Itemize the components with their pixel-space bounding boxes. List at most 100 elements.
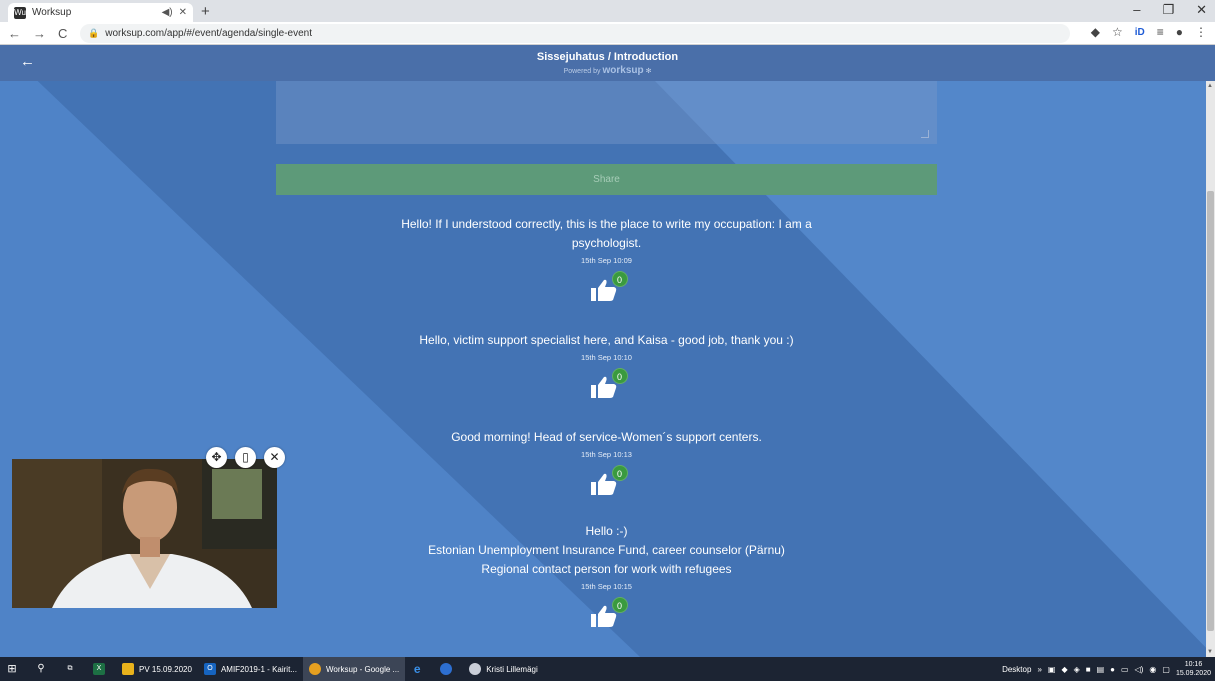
taskbar-item-chrome[interactable]: Worksup - Google ... bbox=[302, 657, 406, 681]
video-call-window[interactable] bbox=[12, 459, 277, 608]
new-tab-icon[interactable]: + bbox=[201, 3, 210, 20]
tray-app-icon[interactable]: ▣ bbox=[1048, 665, 1056, 674]
window-controls: – ❐ ✕ bbox=[1133, 2, 1207, 18]
tray-app-icon[interactable]: ● bbox=[1110, 665, 1115, 674]
windows-taskbar: ⊞ ⚲ ⧉ X PV 15.09.2020 O AMIF2019-1 - Kai… bbox=[0, 657, 1215, 681]
page-scrollbar[interactable]: ▲ ▼ bbox=[1206, 81, 1215, 657]
tab-title: Worksup bbox=[32, 7, 72, 18]
post-timestamp: 15th Sep 10:13 bbox=[581, 450, 632, 459]
powered-by: Powered by worksup ✻ bbox=[0, 65, 1215, 76]
outlook-icon: O bbox=[203, 663, 216, 675]
tray-app-icon[interactable]: ■ bbox=[1086, 665, 1091, 674]
globe-icon bbox=[440, 663, 453, 675]
tab-close-icon[interactable]: ✕ bbox=[179, 7, 187, 18]
taskbar-item-label: Kristi Lillemägi bbox=[486, 664, 538, 674]
browser-toolbar: ← → C 🔒 worksup.com/app/#/event/agenda/s… bbox=[0, 22, 1215, 45]
resize-handle-icon[interactable] bbox=[921, 130, 929, 138]
minimize-icon[interactable]: – bbox=[1133, 2, 1140, 18]
tab-audio-icon[interactable]: ◀) bbox=[162, 7, 173, 18]
like-count-badge: 0 bbox=[611, 271, 628, 287]
windows-logo-icon: ⊞ bbox=[7, 663, 17, 675]
video-participant-image bbox=[12, 459, 277, 608]
post-item: Hello :-) Estonian Unemployment Insuranc… bbox=[276, 522, 937, 634]
start-button[interactable]: ⊞ bbox=[0, 657, 29, 681]
like-button[interactable]: 0 bbox=[587, 368, 628, 400]
post-text: Hello! If I understood correctly, this i… bbox=[401, 217, 812, 250]
excel-icon: X bbox=[93, 663, 105, 675]
like-button[interactable]: 0 bbox=[587, 271, 628, 303]
maximize-icon[interactable]: ❐ bbox=[1162, 2, 1174, 18]
bookmark-star-icon[interactable]: ☆ bbox=[1112, 25, 1123, 39]
toolbar-extensions: ◆ ☆ iD ≡ ● ⋮ bbox=[1091, 25, 1207, 39]
taskbar-globe[interactable] bbox=[434, 657, 463, 681]
post-text: Hello, victim support specialist here, a… bbox=[419, 333, 794, 347]
resize-window-icon[interactable]: ▯ bbox=[235, 447, 256, 468]
taskbar-item-user[interactable]: Kristi Lillemägi bbox=[463, 657, 544, 681]
like-button[interactable]: 0 bbox=[587, 465, 628, 497]
post-timestamp: 15th Sep 10:09 bbox=[581, 256, 632, 265]
back-nav-icon[interactable]: ← bbox=[8, 26, 21, 41]
clock-time: 10:16 bbox=[1184, 661, 1203, 668]
tray-app-icon[interactable]: ◆ bbox=[1061, 665, 1067, 674]
desktop-toolbar-label[interactable]: Desktop bbox=[1002, 665, 1031, 674]
taskbar-item-pv[interactable]: PV 15.09.2020 bbox=[116, 657, 198, 681]
post-text-line: Estonian Unemployment Insurance Fund, ca… bbox=[428, 543, 785, 557]
comment-textarea[interactable] bbox=[276, 81, 937, 144]
clock-date: 15.09.2020 bbox=[1175, 670, 1211, 677]
address-bar[interactable]: 🔒 worksup.com/app/#/event/agenda/single-… bbox=[80, 24, 1070, 43]
taskbar-edge[interactable]: e bbox=[405, 657, 434, 681]
id-extension-icon[interactable]: iD bbox=[1135, 27, 1145, 38]
chrome-icon bbox=[308, 663, 321, 675]
share-button[interactable]: Share bbox=[276, 164, 937, 195]
post-item: Hello! If I understood correctly, this i… bbox=[276, 215, 937, 308]
reading-list-icon[interactable]: ≡ bbox=[1157, 25, 1164, 39]
user-app-icon bbox=[469, 663, 482, 675]
taskbar-item-label: Worksup - Google ... bbox=[325, 664, 400, 674]
taskbar-item-outlook[interactable]: O AMIF2019-1 - Kairit... bbox=[198, 657, 303, 681]
post-text-line: Hello :-) bbox=[585, 524, 628, 538]
like-button[interactable]: 0 bbox=[587, 597, 628, 629]
tray-app-icon[interactable]: ◈ bbox=[1074, 665, 1080, 674]
menu-kebab-icon[interactable]: ⋮ bbox=[1195, 25, 1207, 39]
taskbar-item-label: AMIF2019-1 - Kairit... bbox=[220, 664, 297, 674]
system-clock[interactable]: 10:16 15.09.2020 bbox=[1176, 660, 1211, 678]
worksup-favicon-icon: Wu bbox=[14, 6, 26, 19]
search-icon: ⚲ bbox=[37, 663, 45, 674]
post-item: Hello, victim support specialist here, a… bbox=[276, 331, 937, 405]
powered-by-label: Powered by bbox=[563, 68, 601, 75]
notification-icon[interactable]: ▢ bbox=[1162, 665, 1170, 674]
close-video-icon[interactable]: ✕ bbox=[264, 447, 285, 468]
taskbar-excel[interactable]: X bbox=[87, 657, 116, 681]
task-view-icon: ⧉ bbox=[67, 665, 73, 672]
edge-icon: e bbox=[413, 662, 421, 676]
forward-nav-icon[interactable]: → bbox=[33, 26, 46, 41]
close-window-icon[interactable]: ✕ bbox=[1196, 2, 1207, 18]
browser-tab-worksup[interactable]: Wu Worksup ◀) ✕ bbox=[8, 3, 193, 22]
reload-icon[interactable]: C bbox=[58, 26, 67, 41]
like-count-badge: 0 bbox=[611, 597, 628, 613]
post-text: Good morning! Head of service-Women´s su… bbox=[451, 430, 762, 444]
post-timestamp: 15th Sep 10:15 bbox=[581, 582, 632, 591]
search-button[interactable]: ⚲ bbox=[29, 657, 58, 681]
tray-overflow-icon[interactable]: » bbox=[1037, 665, 1041, 674]
move-icon[interactable]: ✥ bbox=[206, 447, 227, 468]
profile-icon[interactable]: ● bbox=[1176, 25, 1183, 39]
network-icon[interactable]: ◉ bbox=[1149, 665, 1156, 674]
back-arrow-icon[interactable]: ← bbox=[20, 53, 35, 70]
like-count-badge: 0 bbox=[611, 368, 628, 384]
tray-app-icon[interactable]: ▤ bbox=[1097, 665, 1105, 674]
browser-tabstrip: Wu Worksup ◀) ✕ + – ❐ ✕ bbox=[0, 0, 1215, 22]
taskbar-item-label: PV 15.09.2020 bbox=[139, 664, 192, 674]
scrollbar-thumb[interactable] bbox=[1207, 191, 1214, 631]
url-text: worksup.com/app/#/event/agenda/single-ev… bbox=[105, 28, 313, 39]
task-view-button[interactable]: ⧉ bbox=[58, 657, 87, 681]
volume-icon[interactable]: ◁) bbox=[1135, 665, 1144, 674]
extension-icon[interactable]: ◆ bbox=[1091, 25, 1100, 39]
lock-icon: 🔒 bbox=[88, 28, 100, 38]
battery-icon[interactable]: ▭ bbox=[1121, 665, 1129, 674]
system-tray: Desktop » ▣ ◆ ◈ ■ ▤ ● ▭ ◁) ◉ ▢ 10:16 15.… bbox=[1002, 657, 1211, 681]
scroll-up-icon[interactable]: ▲ bbox=[1207, 83, 1213, 89]
page-title: Sissejuhatus / Introduction bbox=[536, 51, 679, 63]
folder-icon bbox=[122, 663, 134, 675]
scroll-down-icon[interactable]: ▼ bbox=[1207, 649, 1213, 655]
